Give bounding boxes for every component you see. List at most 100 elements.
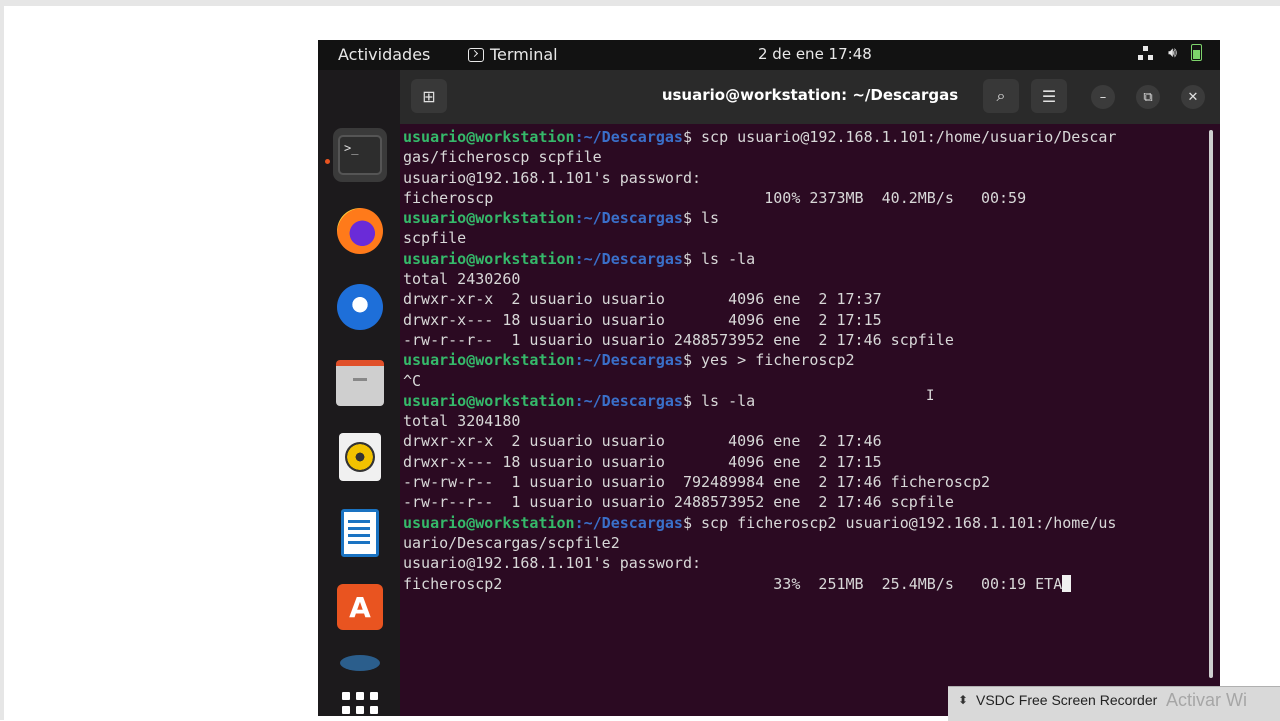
firefox-icon xyxy=(337,208,383,254)
line-text: $ ls xyxy=(682,209,720,228)
terminal-output-line: uario/Descargas/scpfile2 xyxy=(403,533,1213,553)
terminal-output-line: -rw-rw-r-- 1 usuario usuario 792489984 e… xyxy=(403,472,1213,492)
line-text: $ scp ficheroscp2 usuario@192.168.1.101:… xyxy=(682,513,1117,532)
terminal-output-line: usuario@192.168.1.101's password: xyxy=(403,553,1213,573)
line-text: ficheroscp 100% 2373MB 40.2MB/s 00:59 xyxy=(403,188,1027,207)
files-icon xyxy=(336,360,384,406)
terminal-small-icon xyxy=(468,47,484,62)
terminal-prompt-line: usuario@workstation:~/Descargas$ ls xyxy=(403,208,1213,228)
battery-icon xyxy=(1191,44,1202,61)
terminal-headerbar: ⊞ usuario@workstation: ~/Descargas ⌕ ☰ –… xyxy=(400,70,1220,124)
dock-firefox[interactable] xyxy=(333,204,387,258)
terminal-output-line: -rw-r--r-- 1 usuario usuario 2488573952 … xyxy=(403,492,1213,512)
terminal-output-line: total 3204180 xyxy=(403,411,1213,431)
line-text: gas/ficheroscp scpfile xyxy=(403,148,602,167)
running-indicator xyxy=(325,159,330,164)
line-text: usuario@192.168.1.101's password: xyxy=(403,554,702,573)
ubuntu-desktop: Actividades Terminal 2 de ene 17:48 🔊︎ >… xyxy=(318,40,1220,716)
activities-button[interactable]: Actividades xyxy=(338,45,430,64)
writer-icon xyxy=(341,509,379,557)
clock[interactable]: 2 de ene 17:48 xyxy=(758,45,872,63)
app-grid-icon xyxy=(342,692,378,716)
terminal-prompt-line: usuario@workstation:~/Descargas$ yes > f… xyxy=(403,350,1213,370)
terminal-output-line: drwxr-x--- 18 usuario usuario 4096 ene 2… xyxy=(403,310,1213,330)
dock-terminal[interactable]: >_ xyxy=(333,128,387,182)
prompt-user: usuario@workstation xyxy=(403,209,575,228)
volume-icon: 🔊︎ xyxy=(1168,44,1177,61)
terminal-output-line: ficheroscp 100% 2373MB 40.2MB/s 00:59 xyxy=(403,188,1213,208)
line-text: drwxr-xr-x 2 usuario usuario 4096 ene 2 … xyxy=(403,290,882,309)
dock-thunderbird[interactable] xyxy=(333,280,387,334)
line-text: scpfile xyxy=(403,229,467,248)
recorder-icon: ⬍ xyxy=(958,693,969,707)
terminal-output[interactable]: usuario@workstation:~/Descargas$ scp usu… xyxy=(403,127,1213,594)
line-text: ficheroscp2 33% 251MB 25.4MB/s 00:19 ETA xyxy=(403,574,1063,593)
terminal-output-line: usuario@192.168.1.101's password: xyxy=(403,168,1213,188)
rhythmbox-icon xyxy=(339,433,381,481)
terminal-icon: >_ xyxy=(338,135,382,175)
line-text: $ yes > ficheroscp2 xyxy=(682,351,855,370)
line-text: drwxr-xr-x 2 usuario usuario 4096 ene 2 … xyxy=(403,432,882,451)
prompt-user: usuario@workstation xyxy=(403,513,575,532)
dock-rhythmbox[interactable] xyxy=(333,430,387,484)
screen-recorder-bar[interactable]: ⬍ VSDC Free Screen Recorder Activar Wi xyxy=(948,686,1280,721)
terminal-output-line: total 2430260 xyxy=(403,269,1213,289)
terminal-output-line: drwxr-xr-x 2 usuario usuario 4096 ene 2 … xyxy=(403,289,1213,309)
page-top-border xyxy=(0,0,1280,6)
terminal-scrollbar[interactable] xyxy=(1209,130,1213,678)
close-button[interactable]: ✕ xyxy=(1181,85,1205,109)
terminal-output-line: drwxr-x--- 18 usuario usuario 4096 ene 2… xyxy=(403,452,1213,472)
line-text: -rw-r--r-- 1 usuario usuario 2488573952 … xyxy=(403,330,954,349)
menu-button[interactable]: ☰ xyxy=(1031,79,1067,113)
gnome-top-bar: Actividades Terminal 2 de ene 17:48 🔊︎ xyxy=(318,40,1220,70)
terminal-output-line: drwxr-xr-x 2 usuario usuario 4096 ene 2 … xyxy=(403,431,1213,451)
activation-watermark: Activar Wi xyxy=(1166,690,1247,710)
maximize-button[interactable]: ⧉ xyxy=(1136,85,1160,109)
text-cursor-icon: I xyxy=(926,388,935,404)
network-icon xyxy=(1138,45,1154,60)
close-icon: ✕ xyxy=(1187,89,1199,105)
line-text: uario/Descargas/scpfile2 xyxy=(403,533,620,552)
app-menu-label: Terminal xyxy=(490,45,558,64)
prompt-path: :~/Descargas xyxy=(574,391,683,410)
terminal-prompt-line: usuario@workstation:~/Descargas$ scp fic… xyxy=(403,513,1213,533)
dock-software[interactable]: A xyxy=(333,580,387,634)
prompt-user: usuario@workstation xyxy=(403,249,575,268)
terminal-output-line: scpfile xyxy=(403,228,1213,248)
minimize-button[interactable]: – xyxy=(1091,85,1115,109)
disk-icon xyxy=(340,655,380,671)
prompt-path: :~/Descargas xyxy=(574,128,683,146)
dock-files[interactable] xyxy=(333,356,387,410)
line-text: $ scp usuario@192.168.1.101:/home/usuari… xyxy=(682,128,1117,146)
recorder-label: VSDC Free Screen Recorder xyxy=(976,692,1158,708)
hamburger-menu-icon: ☰ xyxy=(1041,86,1057,106)
prompt-user: usuario@workstation xyxy=(403,391,575,410)
app-menu-terminal[interactable]: Terminal xyxy=(468,45,558,64)
prompt-user: usuario@workstation xyxy=(403,128,575,146)
line-text: total 3204180 xyxy=(403,412,521,431)
page-left-border xyxy=(0,0,4,720)
dock-disk[interactable] xyxy=(333,636,387,690)
line-text: ^C xyxy=(403,371,422,390)
software-icon: A xyxy=(337,584,383,630)
line-text: $ ls -la xyxy=(682,391,756,410)
prompt-path: :~/Descargas xyxy=(574,209,683,228)
dock-writer[interactable] xyxy=(333,506,387,560)
terminal-output-line: ^C xyxy=(403,371,1213,391)
show-applications-button[interactable] xyxy=(333,683,387,716)
terminal-prompt-line: usuario@workstation:~/Descargas$ scp usu… xyxy=(403,127,1213,147)
restore-icon: ⧉ xyxy=(1143,89,1153,105)
terminal-prompt-line: usuario@workstation:~/Descargas$ ls -la xyxy=(403,249,1213,269)
system-tray[interactable]: 🔊︎ xyxy=(1138,44,1202,61)
terminal-prompt-line: usuario@workstation:~/Descargas$ ls -la xyxy=(403,391,1213,411)
line-text: drwxr-x--- 18 usuario usuario 4096 ene 2… xyxy=(403,452,882,471)
search-button[interactable]: ⌕ xyxy=(983,79,1019,113)
line-text: -rw-rw-r-- 1 usuario usuario 792489984 e… xyxy=(403,473,990,492)
prompt-user: usuario@workstation xyxy=(403,351,575,370)
search-icon: ⌕ xyxy=(996,86,1006,105)
prompt-path: :~/Descargas xyxy=(574,513,683,532)
prompt-path: :~/Descargas xyxy=(574,249,683,268)
terminal-output-line: ficheroscp2 33% 251MB 25.4MB/s 00:19 ETA xyxy=(403,574,1213,594)
terminal-cursor xyxy=(1062,574,1072,592)
thunderbird-icon xyxy=(337,284,383,330)
